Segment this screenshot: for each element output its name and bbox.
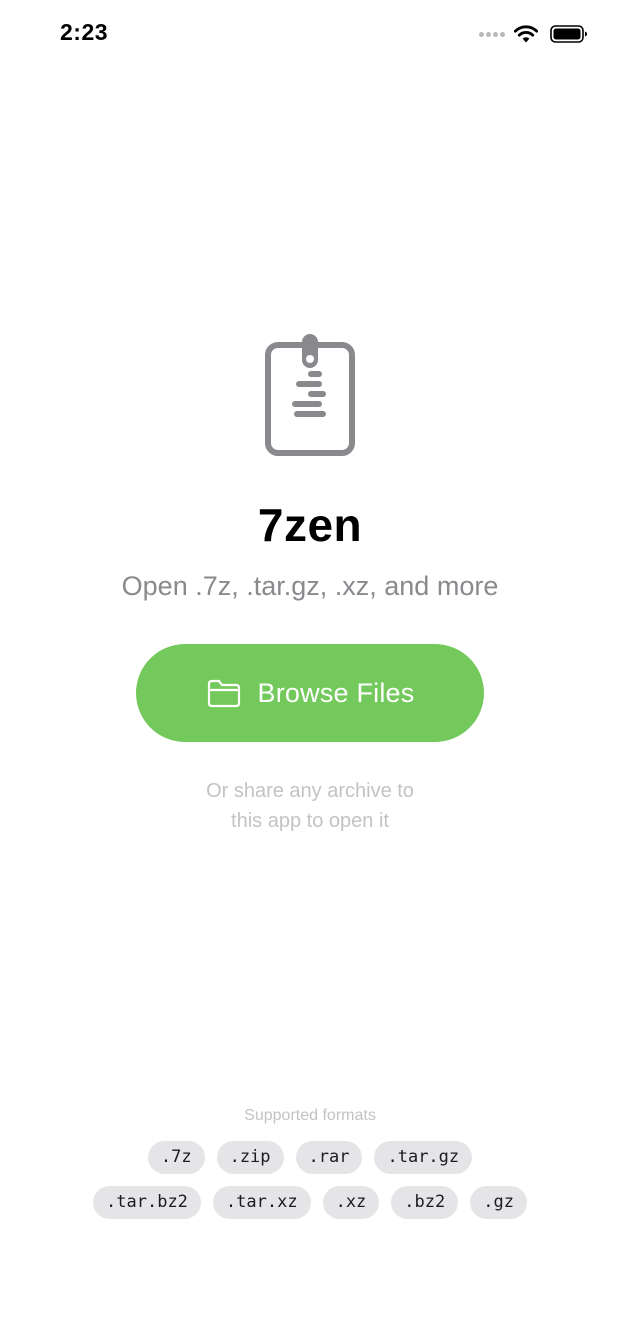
- format-chip-gz: .gz: [470, 1186, 527, 1219]
- browse-files-label: Browse Files: [257, 677, 415, 708]
- format-chip-tar-gz: .tar.gz: [374, 1141, 473, 1174]
- app-subtitle: Open .7z, .tar.gz, .xz, and more: [121, 571, 499, 601]
- format-chip-tar-bz2: .tar.bz2: [93, 1186, 201, 1219]
- format-chip-xz: .xz: [322, 1186, 380, 1219]
- signal-dots-icon: [477, 31, 505, 37]
- status-time: 2:23: [60, 19, 109, 45]
- format-chip-row-2: .tar.bz2 .tar.xz .xz .bz2 .gz: [0, 1186, 620, 1219]
- format-chip-row-1: .7z .zip .rar .tar.gz: [0, 1141, 620, 1174]
- zip-archive-icon: [265, 334, 355, 456]
- browse-files-button[interactable]: Browse Files: [136, 644, 484, 742]
- app-title: 7zen: [257, 499, 363, 551]
- status-icons: [477, 22, 588, 46]
- supported-formats-label: Supported formats: [244, 1107, 376, 1124]
- format-chip-bz2: .bz2: [391, 1186, 459, 1219]
- format-chip-rar: .rar: [295, 1141, 363, 1174]
- battery-icon: [550, 25, 587, 43]
- format-chip-tar-xz: .tar.xz: [212, 1186, 311, 1219]
- share-hint: Or share any archive to this app to open…: [0, 776, 620, 836]
- format-chip-zip: .zip: [216, 1141, 284, 1174]
- status-bar: 2:23: [0, 0, 620, 70]
- folder-icon: [207, 679, 240, 708]
- format-chip-7z: .7z: [147, 1141, 205, 1174]
- share-hint-line-1: Or share any archive to: [206, 780, 414, 802]
- share-hint-line-2: this app to open it: [231, 810, 389, 832]
- wifi-icon: [514, 25, 538, 43]
